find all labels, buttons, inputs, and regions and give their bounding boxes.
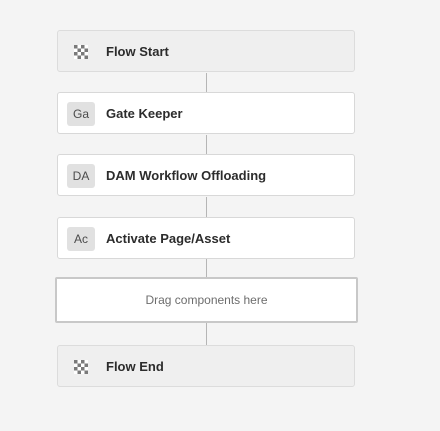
- connector-line: [206, 135, 207, 154]
- connector-line: [206, 197, 207, 217]
- activate-page-asset-node[interactable]: Ac Activate Page/Asset: [57, 217, 355, 259]
- flow-start-node[interactable]: Flow Start: [57, 30, 355, 72]
- checkered-flag-icon: [74, 45, 88, 59]
- step-abbreviation-icon: Ac: [67, 227, 95, 251]
- checkered-flag-icon: [74, 360, 88, 374]
- connector-line: [206, 73, 207, 92]
- gate-keeper-node[interactable]: Ga Gate Keeper: [57, 92, 355, 134]
- component-drop-zone[interactable]: Drag components here: [55, 277, 358, 323]
- dam-workflow-offloading-node[interactable]: DA DAM Workflow Offloading: [57, 154, 355, 196]
- node-title: Flow End: [106, 358, 164, 374]
- step-abbreviation-icon: Ga: [67, 102, 95, 126]
- node-title: DAM Workflow Offloading: [106, 167, 267, 183]
- flow-end-node[interactable]: Flow End: [57, 345, 355, 387]
- node-title: Gate Keeper: [106, 105, 183, 121]
- connector-line: [206, 259, 207, 278]
- workflow-canvas: Flow Start Ga Gate Keeper DA DAM Workflo…: [0, 0, 440, 431]
- node-title: Flow Start: [106, 43, 169, 59]
- node-title: Activate Page/Asset: [106, 230, 231, 246]
- step-abbreviation-icon: DA: [67, 164, 95, 188]
- connector-line: [206, 322, 207, 345]
